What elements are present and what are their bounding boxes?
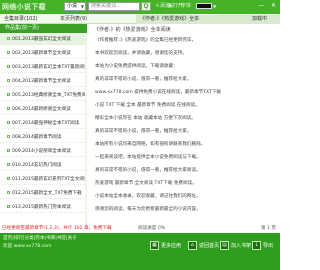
footer-link[interactable]: 排行 — [14, 236, 23, 241]
content-paragraph: 真的非常不错的小说，值得一看，推荐给大家。 — [95, 129, 192, 134]
bookshelf-label: 加入书架 — [231, 243, 252, 249]
content-title: 《作者:》的《热爱游戏》全本阅读 — [94, 27, 171, 33]
sidebar-item-label: 007,2014最强神秘全本TXT阅读 — [12, 121, 80, 126]
content-paragraph: 精彩全本小说尽在 本站 收藏本站 方便下次阅读。 — [95, 116, 196, 121]
footer-links: 首页|排行|分类|完本|书库|书签|关于 欢迎 www.xx778.com — [3, 235, 133, 251]
home-label: 返回首页 — [199, 243, 220, 249]
status-progress: 阅读进度 0% — [138, 226, 166, 231]
home-button[interactable]: ⌂ 返回首页 — [188, 240, 219, 252]
sidebar-item-label: 005,2013经典修真全本_TXT免费阅读 — [12, 93, 87, 98]
sidebar-item-label: 011,2015最新玄幻系列TXT全文阅读 — [12, 177, 87, 182]
checkbox-icon — [7, 79, 10, 82]
checkbox-icon — [7, 51, 10, 54]
sidebar-item-label: 006,2014最新修真全文阅读 — [12, 107, 71, 112]
content-paragraph: 真的非常不错的小说，值得一看，推荐给大家。 — [95, 77, 192, 82]
sidebar-header[interactable]: 作品集(前一页) — [0, 24, 87, 33]
checkbox-icon — [7, 93, 10, 96]
checkbox-icon — [7, 205, 10, 208]
grid-icon: ▦ — [150, 241, 159, 250]
checkbox-icon — [7, 121, 10, 124]
footer-link[interactable]: 关于 — [68, 236, 77, 241]
sidebar-item[interactable]: 001,2013最强玄幻全文阅读 — [0, 34, 87, 45]
sidebar-item-label: 009,2014小说榜单全本阅读 — [12, 149, 71, 154]
sidebar-item[interactable]: 006,2014最新修真全文阅读 — [0, 104, 87, 115]
search-input[interactable]: 搜索关键词... — [88, 2, 140, 11]
tab-page-list[interactable]: 本页列表(9) — [60, 14, 87, 24]
sidebar-item-label: 001,2013最强玄幻全文阅读 — [12, 37, 71, 42]
content-paragraph: 小说 TXT 下载 全本 最新章节 免费阅读 在线阅读。 — [95, 103, 200, 108]
font-button[interactable]: 字体 — [181, 2, 191, 11]
sidebar-item-label: 012,2015最新全文_TXT免费下载 — [12, 191, 82, 196]
sidebar-item-label: 008,2014最新章节阅读 — [12, 135, 62, 140]
sidebar-item[interactable]: 008,2014最新章节阅读 — [0, 132, 87, 143]
status-warning: 已经更新至最新章节(1,2,3)，共计 102 章，免费下载 — [2, 226, 112, 231]
sidebar-item-label: 003,2013最新玄幻全本TXT最新阅读 — [12, 65, 87, 70]
content-paragraph: 感谢您的阅读，每天为您更新最新最全的小说内容。 — [95, 207, 201, 212]
sidebar-item[interactable]: 002,2013最新章节全文阅读 — [0, 48, 87, 59]
sidebar-item[interactable]: 007,2014最强神秘全本TXT阅读 — [0, 118, 87, 129]
tab-catalog[interactable]: 全集目录(102) — [4, 14, 37, 24]
book-title: 《作者:》《热爱游戏》全本 — [140, 16, 200, 22]
more-apps-button[interactable]: ▦ 更多应用 — [150, 240, 181, 252]
footer-nav: 首页|排行|分类|完本|书库|书签|关于 — [3, 236, 77, 241]
sidebar-item[interactable]: 009,2014小说榜单全本阅读 — [0, 146, 87, 157]
sidebar-item[interactable]: 012,2015最新全文_TXT免费下载 — [0, 188, 87, 199]
more-apps-label: 更多应用 — [161, 243, 182, 249]
font-label: 字体 — [181, 3, 192, 9]
sidebar-item-label: 002,2013最新章节全文阅读 — [12, 51, 71, 56]
category-value: 小说 — [67, 3, 78, 9]
checkbox-icon — [7, 37, 10, 40]
loading-status: 加载中 — [252, 16, 268, 22]
sidebar-item-label: 013,2015最新热门完本阅读 — [12, 205, 71, 210]
sidebar-item[interactable]: 010,2014玄幻热门阅读 — [0, 160, 87, 171]
checkbox-icon — [7, 163, 10, 166]
sidebar-item[interactable]: 011,2015最新玄幻系列TXT全文阅读 — [0, 174, 87, 185]
chevron-down-icon[interactable]: ▼ — [213, 2, 216, 11]
export-button[interactable]: ↓ 导出 — [252, 240, 273, 252]
content-paragraph: 《作者推荐：》《热爱游戏》的全集已经更新完毕， — [95, 38, 197, 43]
bookshelf-button[interactable]: ▤ 加入书架 — [220, 240, 251, 252]
chevron-down-icon: ▼ — [80, 4, 84, 9]
footer-link[interactable]: 书库 — [46, 236, 55, 241]
content-paragraph: 热爱游戏 最新章节 全文阅读 TXT下载 免费阅读。 — [95, 181, 197, 186]
checkbox-icon — [7, 65, 10, 68]
content-paragraph: 本站为小说免费提供阅读，下载请收藏： — [95, 64, 178, 69]
sidebar-item[interactable]: 013,2015最新热门完本阅读 — [0, 202, 87, 213]
footer-link[interactable]: 分类 — [25, 236, 34, 241]
close-button[interactable]: ✕ — [269, 1, 278, 10]
footer-link[interactable]: 首页 — [3, 236, 12, 241]
checkbox-icon — [7, 177, 10, 180]
category-select[interactable]: 小说 ▼ — [64, 2, 86, 11]
footer-link[interactable]: 完本 — [35, 236, 44, 241]
export-label: 导出 — [263, 243, 274, 249]
sidebar-item-label: 010,2014玄幻热门阅读 — [12, 163, 62, 168]
minimize-button[interactable]: — — [257, 1, 266, 10]
content-paragraph: 本书欢迎您阅读，并请收藏，感谢您的支持。 — [95, 51, 187, 56]
sidebar-item[interactable]: 005,2013经典修真全本_TXT免费阅读 — [0, 90, 87, 101]
content-paragraph: 一起来阅读吧，本站提供全本小说免费阅读与下载。 — [95, 155, 201, 160]
sidebar-item[interactable]: 004,2013最新章节全文阅读 — [0, 76, 87, 87]
home-icon: ⌂ — [188, 241, 197, 250]
download-icon: ↓ — [252, 241, 261, 250]
status-page: 第 1 页 — [260, 226, 276, 231]
checkbox-icon — [7, 107, 10, 110]
sidebar-scrollbar[interactable] — [85, 33, 87, 223]
color-picker[interactable] — [196, 3, 212, 9]
app-logo: 网络小说下载 — [2, 3, 46, 11]
checkbox-icon — [7, 191, 10, 194]
checkbox-icon — [7, 149, 10, 152]
book-icon: ▤ — [220, 241, 229, 250]
sidebar-item-label: 004,2013最新章节全文阅读 — [12, 79, 71, 84]
content-paragraph: 小说本站全本收录，欢迎收藏，请记住我们的网址。 — [95, 194, 201, 199]
content-paragraph: 真的非常不错的小说，值得一看，推荐给大家阅读。 — [95, 168, 201, 173]
sidebar-item[interactable]: 003,2013最新玄幻全本TXT最新阅读 — [0, 62, 87, 73]
content-paragraph: www.xx778.com 提供免费小说在线阅读，最新章节TXT下载 — [95, 90, 222, 95]
footer-link[interactable]: 书签 — [57, 236, 66, 241]
search-button[interactable]: Q — [141, 2, 151, 11]
content-paragraph: 本站所有小说均来自网络，如有侵权请联系我们删除。 — [95, 142, 206, 147]
footer-url: 欢迎 www.xx778.com — [3, 244, 52, 249]
checkbox-icon — [7, 135, 10, 138]
